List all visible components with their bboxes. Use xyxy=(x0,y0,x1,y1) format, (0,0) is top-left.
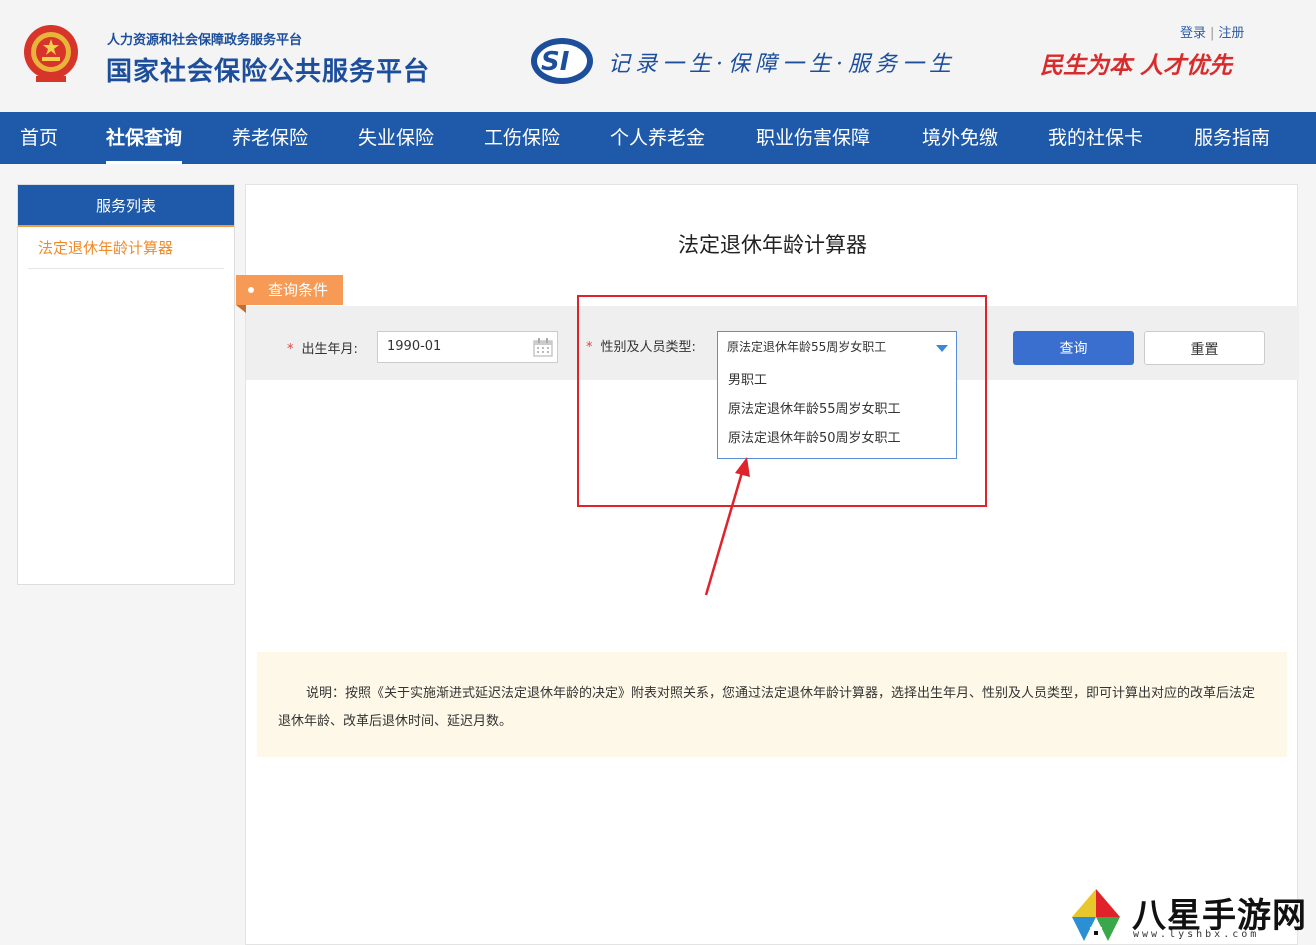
type-option-female-50[interactable]: 原法定退休年龄50周岁女职工 xyxy=(718,424,956,453)
reset-button[interactable]: 重置 xyxy=(1144,331,1265,365)
birth-date-input[interactable]: 1990-01 xyxy=(377,331,558,363)
birth-label: * 出生年月: xyxy=(287,338,358,357)
nav-item-occupational-injury[interactable]: 职业伤害保障 xyxy=(756,112,870,164)
slogan-text: 记录一生·保障一生·服务一生 xyxy=(608,52,956,77)
login-link[interactable]: 登录 xyxy=(1180,26,1206,41)
auth-links: 登录 | 注册 xyxy=(1180,22,1244,41)
nav-item-overseas-exemption[interactable]: 境外免缴 xyxy=(922,112,998,164)
register-link[interactable]: 注册 xyxy=(1218,26,1244,41)
required-mark: * xyxy=(586,340,593,355)
nav-item-work-injury[interactable]: 工伤保险 xyxy=(484,112,560,164)
explanation-note: 说明：按照《关于实施渐进式延迟法定退休年龄的决定》附表对照关系，您通过法定退休年… xyxy=(257,652,1287,757)
svg-text:SI: SI xyxy=(541,47,570,77)
service-sidebar: 服务列表 法定退休年龄计算器 xyxy=(17,184,235,585)
type-option-female-55[interactable]: 原法定退休年龄55周岁女职工 xyxy=(718,395,956,424)
query-condition-tag: 查询条件 xyxy=(236,275,343,313)
social-insurance-logo-icon: SI xyxy=(531,38,593,84)
nav-item-my-card[interactable]: 我的社保卡 xyxy=(1048,112,1143,164)
dropdown-arrow-icon[interactable] xyxy=(936,345,948,352)
type-select[interactable]: 原法定退休年龄55周岁女职工 xyxy=(717,331,957,363)
nav-item-pension-insurance[interactable]: 养老保险 xyxy=(232,112,308,164)
calculator-panel: 法定退休年龄计算器 查询条件 * 出生年月: 1990-01 * 性别及人员类型: … xyxy=(236,184,1299,945)
query-button[interactable]: 查询 xyxy=(1013,331,1134,365)
required-mark: * xyxy=(287,342,294,357)
watermark-url: www.lyshbx.com xyxy=(1133,929,1260,940)
platform-title: 国家社会保险公共服务平台 xyxy=(106,57,431,87)
type-dropdown-list: 男职工 原法定退休年龄55周岁女职工 原法定退休年龄50周岁女职工 xyxy=(717,362,957,459)
platform-subtitle: 人力资源和社会保障政务服务平台 xyxy=(107,33,303,48)
annotation-arrow-icon xyxy=(704,457,750,596)
type-label-text: 性别及人员类型: xyxy=(600,340,696,355)
auth-separator: | xyxy=(1210,26,1215,41)
nav-item-service-guide[interactable]: 服务指南 xyxy=(1194,112,1270,164)
birth-label-text: 出生年月: xyxy=(301,342,358,357)
nav-item-unemployment[interactable]: 失业保险 xyxy=(358,112,434,164)
type-label: * 性别及人员类型: xyxy=(586,336,696,355)
sidebar-item-retirement-calculator[interactable]: 法定退休年龄计算器 xyxy=(28,227,224,269)
type-selected-value: 原法定退休年龄55周岁女职工 xyxy=(727,340,887,354)
slogan-secondary: 民生为本 人才优先 xyxy=(1040,52,1233,79)
national-emblem-icon xyxy=(24,25,78,82)
calendar-icon[interactable] xyxy=(533,338,553,357)
nav-item-home[interactable]: 首页 xyxy=(20,112,58,164)
page-title: 法定退休年龄计算器 xyxy=(678,233,867,257)
site-header: 人力资源和社会保障政务服务平台 国家社会保险公共服务平台 SI 记录一生·保障一… xyxy=(0,0,1316,112)
nav-item-social-query[interactable]: 社保查询 xyxy=(106,112,183,164)
main-nav: 首页 社保查询 养老保险 失业保险 工伤保险 个人养老金 职业伤害保障 境外免缴… xyxy=(0,112,1316,164)
sidebar-title: 服务列表 xyxy=(18,185,234,227)
birth-date-value: 1990-01 xyxy=(387,339,442,354)
nav-item-personal-pension[interactable]: 个人养老金 xyxy=(610,112,705,164)
type-option-male[interactable]: 男职工 xyxy=(718,366,956,395)
